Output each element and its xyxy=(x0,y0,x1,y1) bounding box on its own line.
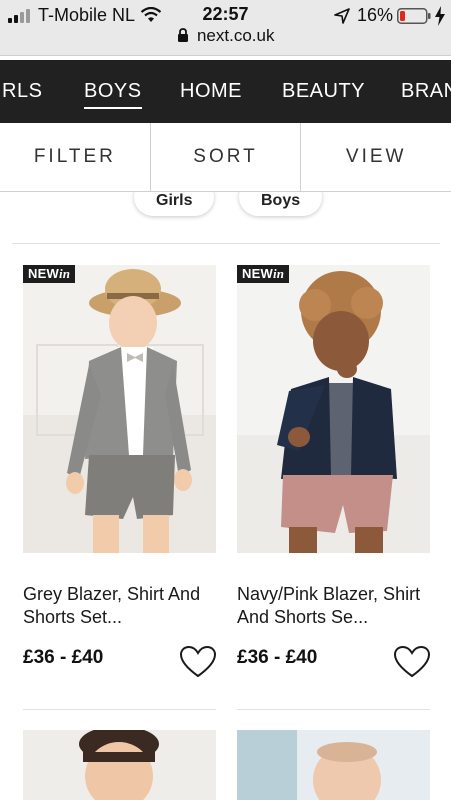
status-row: T-Mobile NL 22:57 16% xyxy=(0,3,451,27)
nav-item-brands[interactable]: BRAN xyxy=(401,60,451,123)
heart-icon[interactable] xyxy=(393,645,431,679)
view-button[interactable]: VIEW xyxy=(300,123,451,191)
nav-item-boys[interactable]: BOYS xyxy=(84,60,142,123)
product-name[interactable]: Navy/Pink Blazer, Shirt And Shorts Se... xyxy=(237,583,443,629)
product-price: £36 - £40 xyxy=(237,647,318,668)
address-bar[interactable]: next.co.uk xyxy=(0,26,451,52)
category-chips: Girls Boys xyxy=(12,192,440,244)
card-divider xyxy=(23,709,216,710)
charging-icon xyxy=(435,6,445,26)
product-photo-navy-blazer xyxy=(237,265,430,553)
new-in-badge: NEWin xyxy=(23,265,76,283)
new-in-badge: NEWin xyxy=(237,265,290,283)
lock-icon xyxy=(177,28,188,42)
product-image[interactable]: NEWin xyxy=(23,265,216,553)
url-text: next.co.uk xyxy=(196,26,275,45)
nav-item-home[interactable]: HOME xyxy=(180,60,242,123)
product-photo-next-1 xyxy=(23,730,216,800)
location-arrow-icon xyxy=(334,8,350,24)
product-price: £36 - £40 xyxy=(23,647,104,668)
product-image[interactable] xyxy=(23,730,216,800)
chip-girls[interactable]: Girls xyxy=(134,192,215,216)
sort-button[interactable]: SORT xyxy=(149,123,301,191)
heart-icon[interactable] xyxy=(179,645,217,679)
card-divider xyxy=(237,709,430,710)
product-photo-grey-blazer xyxy=(23,265,216,553)
battery-icon xyxy=(397,8,431,24)
product-image[interactable]: NEWin xyxy=(237,265,430,553)
nav-item-beauty[interactable]: BEAUTY xyxy=(282,60,365,123)
product-name[interactable]: Grey Blazer, Shirt And Shorts Set... xyxy=(23,583,229,629)
filter-bar: FILTER SORT VIEW xyxy=(0,123,451,192)
nav-item-girls[interactable]: IRLS xyxy=(0,60,42,123)
product-image[interactable] xyxy=(237,730,430,800)
category-nav: IRLS BOYS HOME BEAUTY BRAN xyxy=(0,60,451,123)
product-card[interactable]: NEWin Grey Blazer, Shirt And Shorts Set.… xyxy=(23,265,229,725)
product-photo-next-2 xyxy=(237,730,430,800)
product-card[interactable]: NEWin Navy/Pink Blazer, Shirt And Shorts… xyxy=(237,265,443,725)
filter-button[interactable]: FILTER xyxy=(0,123,150,191)
chip-boys[interactable]: Boys xyxy=(239,192,323,216)
battery-percentage: 16% xyxy=(357,5,394,25)
status-bar: T-Mobile NL 22:57 16% next.co.uk xyxy=(0,0,451,56)
